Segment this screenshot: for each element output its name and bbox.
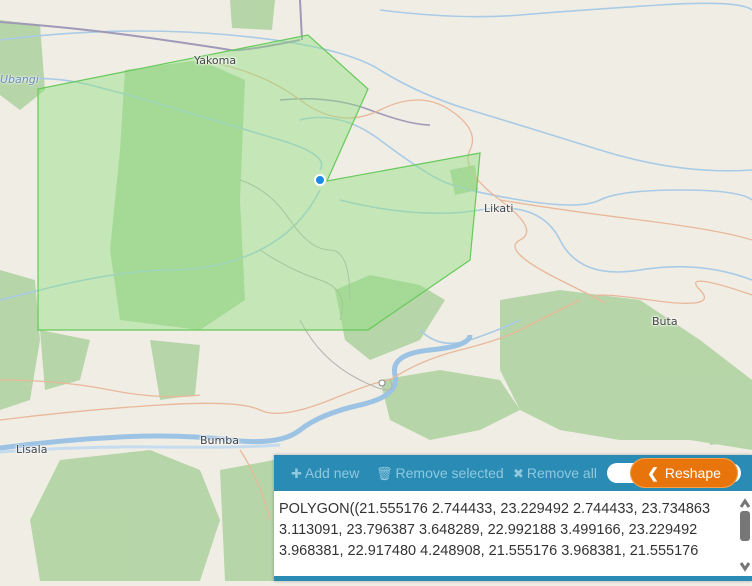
remove-selected-button[interactable]: 🗑 Remove selected <box>376 465 504 482</box>
trash-icon: 🗑 <box>376 466 393 481</box>
remove-all-button[interactable]: ✖ Remove all <box>513 465 597 482</box>
place-label-bumba: Bumba <box>200 434 239 447</box>
add-new-button[interactable]: ✚ Add new <box>291 465 359 482</box>
place-label-yakoma: Yakoma <box>194 54 237 67</box>
close-icon: ✖ <box>513 466 524 481</box>
add-new-label: Add new <box>304 465 360 481</box>
water-label-ubangi: Ubangi <box>0 73 39 86</box>
place-label-likati: Likati <box>484 202 514 215</box>
wkt-toolbar: ✚ Add new 🗑 Remove selected ✖ Remove all ❮ R… <box>274 455 752 491</box>
scrollbar[interactable] <box>738 497 752 577</box>
remove-all-label: Remove all <box>526 465 597 481</box>
reshape-button[interactable]: ❮ Reshape <box>630 458 738 488</box>
wkt-panel: ✚ Add new 🗑 Remove selected ✖ Remove all ❮ R… <box>274 455 752 581</box>
place-label-lisala: Lisala <box>16 443 48 456</box>
wkt-textarea[interactable] <box>274 491 734 575</box>
plus-icon: ✚ <box>291 466 302 481</box>
place-label-buta: Buta <box>652 315 678 328</box>
remove-selected-label: Remove selected <box>395 465 504 481</box>
bottom-toolbar <box>274 576 752 581</box>
reshape-label: Reshape <box>664 465 721 481</box>
polygon-vertex-handle[interactable] <box>314 174 326 186</box>
chevron-left-icon: ❮ <box>647 465 659 481</box>
